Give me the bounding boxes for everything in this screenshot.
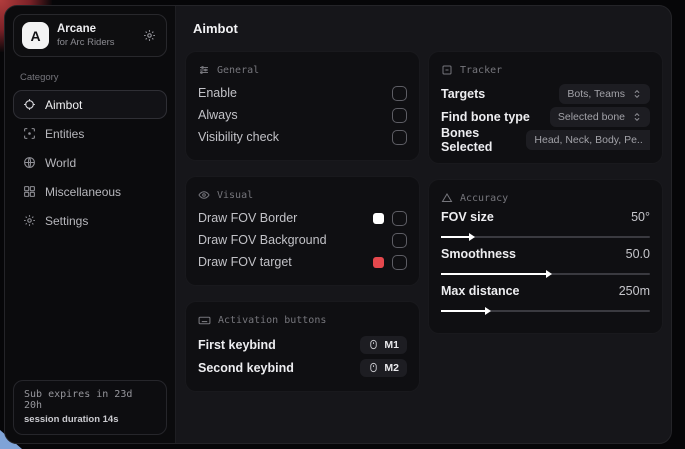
- panel-general: General Enable Always Visibility check: [185, 51, 420, 161]
- sidebar-item-miscellaneous[interactable]: Miscellaneous: [13, 177, 167, 206]
- slider-label: FOV size: [441, 210, 494, 224]
- setting-row-visibility-check: Visibility check: [198, 126, 407, 148]
- sidebar-item-label: Entities: [45, 127, 84, 141]
- max-distance-slider[interactable]: [441, 310, 650, 312]
- crosshair-icon: [23, 98, 36, 111]
- sidebar-item-entities[interactable]: Entities: [13, 119, 167, 148]
- brand-title: Arcane: [57, 22, 115, 36]
- settings-gear-button[interactable]: [141, 27, 158, 44]
- setting-label: Find bone type: [441, 110, 530, 124]
- slider-value: 50°: [631, 210, 650, 224]
- sidebar-item-label: World: [45, 156, 76, 170]
- slider-fill: [441, 236, 469, 238]
- sidebar-item-settings[interactable]: Settings: [13, 206, 167, 235]
- setting-row-draw-fov-border: Draw FOV Border: [198, 207, 407, 229]
- setting-label: Enable: [198, 86, 237, 100]
- visibility-check-checkbox[interactable]: [392, 130, 407, 145]
- draw-fov-background-checkbox[interactable]: [392, 233, 407, 248]
- setting-row-targets: Targets Bots, Teams: [441, 82, 650, 105]
- brand-logo: A: [22, 22, 49, 49]
- category-label: Category: [20, 72, 160, 83]
- bones-selected-select[interactable]: Head, Neck, Body, Pe..: [526, 130, 650, 150]
- scan-icon: [23, 127, 36, 140]
- setting-label: Draw FOV Background: [198, 233, 327, 247]
- session-duration-text: session duration 14s: [24, 414, 156, 425]
- panel-accuracy-header: Accuracy: [441, 192, 650, 204]
- always-checkbox[interactable]: [392, 108, 407, 123]
- globe-icon: [23, 156, 36, 169]
- slider-fill: [441, 273, 546, 275]
- color-swatch-white[interactable]: [373, 213, 384, 224]
- chevrons-up-down-icon: [632, 89, 642, 99]
- enable-checkbox[interactable]: [392, 86, 407, 101]
- setting-label: Visibility check: [198, 130, 279, 144]
- sidebar-item-label: Miscellaneous: [45, 185, 121, 199]
- brand-subtitle: for Arc Riders: [57, 37, 115, 49]
- mouse-icon: [368, 362, 379, 373]
- page-title: Aimbot: [193, 21, 663, 36]
- fov-size-slider[interactable]: [441, 236, 650, 238]
- draw-fov-border-checkbox[interactable]: [392, 211, 407, 226]
- setting-row-second-keybind: Second keybind M2: [198, 356, 407, 379]
- app-window: A Arcane for Arc Riders Category Aimbot …: [4, 5, 672, 444]
- sliders-icon: [198, 64, 210, 76]
- second-keybind-button[interactable]: M2: [360, 359, 407, 377]
- panel-visual: Visual Draw FOV Border Draw FOV Backgrou…: [185, 176, 420, 286]
- setting-label: First keybind: [198, 338, 276, 352]
- first-keybind-button[interactable]: M1: [360, 336, 407, 354]
- slider-group-smoothness: Smoothness 50.0: [441, 247, 650, 275]
- setting-row-draw-fov-background: Draw FOV Background: [198, 229, 407, 251]
- panel-tracker: Tracker Targets Bots, Teams: [428, 51, 663, 164]
- main-content: Aimbot General Enable: [176, 6, 671, 443]
- gear-icon: [23, 214, 36, 227]
- slider-value: 50.0: [626, 247, 650, 261]
- sidebar: A Arcane for Arc Riders Category Aimbot …: [5, 6, 176, 443]
- gear-icon: [143, 29, 156, 42]
- panel-general-header: General: [198, 64, 407, 76]
- sidebar-item-label: Aimbot: [45, 98, 82, 112]
- subscription-card: Sub expires in 23d 20h session duration …: [13, 380, 167, 435]
- setting-label: Bones Selected: [441, 126, 522, 154]
- slider-label: Max distance: [441, 284, 520, 298]
- setting-label: Second keybind: [198, 361, 294, 375]
- slider-group-fov-size: FOV size 50°: [441, 210, 650, 238]
- targets-select[interactable]: Bots, Teams: [559, 84, 650, 104]
- keyboard-icon: [198, 314, 211, 327]
- eye-icon: [198, 189, 210, 201]
- grid-icon: [23, 185, 36, 198]
- setting-row-bones-selected: Bones Selected Head, Neck, Body, Pe..: [441, 128, 650, 151]
- panel-activation-header: Activation buttons: [198, 314, 407, 327]
- setting-row-draw-fov-target: Draw FOV target: [198, 251, 407, 273]
- setting-label: Targets: [441, 87, 485, 101]
- color-swatch-red[interactable]: [373, 257, 384, 268]
- slider-value: 250m: [619, 284, 650, 298]
- mouse-icon: [368, 339, 379, 350]
- setting-label: Draw FOV Border: [198, 211, 297, 225]
- brand-card: A Arcane for Arc Riders: [13, 14, 167, 57]
- triangle-icon: [441, 192, 453, 204]
- setting-label: Always: [198, 108, 238, 122]
- slider-fill: [441, 310, 485, 312]
- find-bone-type-select[interactable]: Selected bone: [550, 107, 650, 127]
- setting-label: Draw FOV target: [198, 255, 292, 269]
- panel-tracker-header: Tracker: [441, 64, 650, 76]
- setting-row-always: Always: [198, 104, 407, 126]
- setting-row-enable: Enable: [198, 82, 407, 104]
- slider-label: Smoothness: [441, 247, 516, 261]
- chevrons-up-down-icon: [632, 112, 642, 122]
- smoothness-slider[interactable]: [441, 273, 650, 275]
- sub-expiry-text: Sub expires in 23d 20h: [24, 389, 156, 411]
- setting-row-first-keybind: First keybind M1: [198, 333, 407, 356]
- frame-minus-icon: [441, 64, 453, 76]
- sidebar-item-world[interactable]: World: [13, 148, 167, 177]
- slider-group-max-distance: Max distance 250m: [441, 284, 650, 312]
- panel-visual-header: Visual: [198, 189, 407, 201]
- panel-accuracy: Accuracy FOV size 50° Smoothness: [428, 179, 663, 334]
- sidebar-item-aimbot[interactable]: Aimbot: [13, 90, 167, 119]
- panel-activation-buttons: Activation buttons First keybind M1: [185, 301, 420, 392]
- sidebar-item-label: Settings: [45, 214, 88, 228]
- draw-fov-target-checkbox[interactable]: [392, 255, 407, 270]
